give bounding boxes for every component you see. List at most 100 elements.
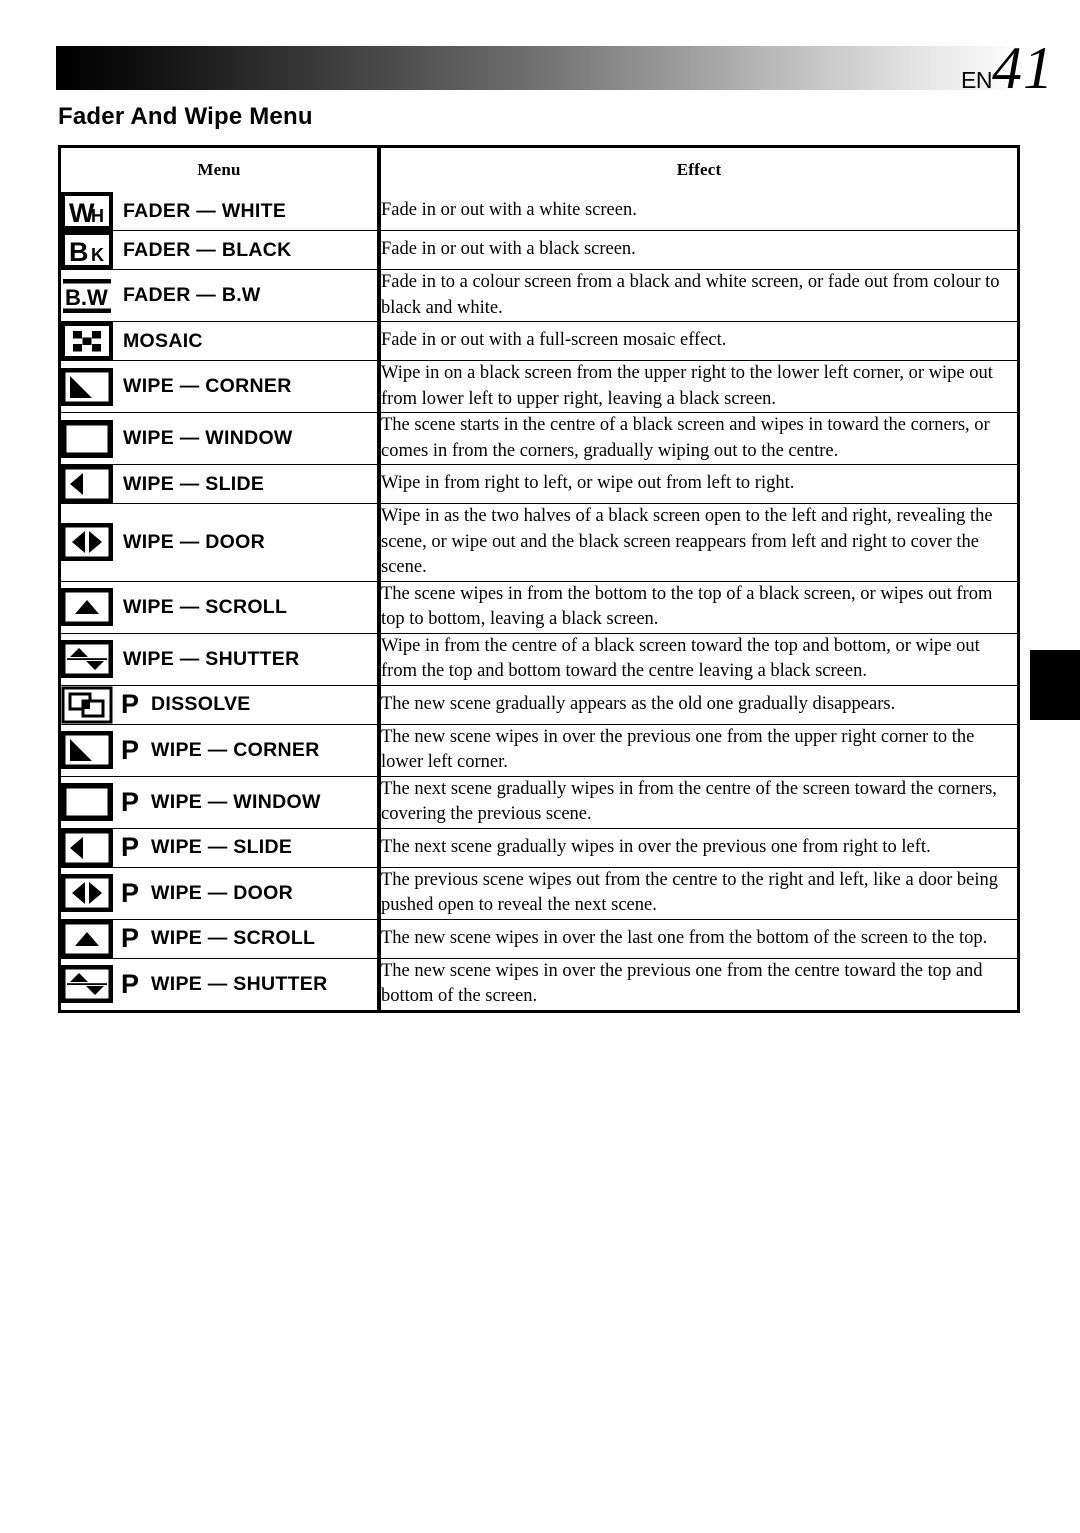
table-row: MOSAIC Fade in or out with a full-screen … — [61, 321, 1017, 362]
menu-item-label: DISSOLVE — [151, 693, 251, 716]
table-row: WIPE — DOOR Wipe in as the two halves of … — [61, 503, 1017, 582]
table-row: WIPE — SLIDE Wipe in from right to left, … — [61, 464, 1017, 505]
wipe-door-p-icon — [61, 874, 113, 913]
effect-description: Fade in or out with a full-screen mosaic… — [379, 321, 1017, 362]
menu-cell: WIPE — WINDOW — [61, 412, 381, 466]
effect-description: Wipe in from the centre of a black scree… — [379, 633, 1017, 686]
effect-description: The new scene wipes in over the previous… — [381, 960, 983, 1007]
page-number-block: EN 41 — [961, 38, 1054, 98]
svg-text:B: B — [69, 237, 89, 267]
table-row: WIPE — CORNER Wipe in on a black screen f… — [61, 360, 1017, 414]
svg-text:K: K — [91, 245, 104, 265]
fader-white-icon: WH — [61, 192, 113, 230]
menu-cell: WIPE — SLIDE — [61, 464, 381, 505]
table-row: P WIPE — WINDOW The next scene gradually w… — [61, 776, 1017, 829]
page-header: EN 41 — [56, 38, 1054, 98]
program-p-marker: P — [121, 923, 140, 954]
menu-cell: WIPE — CORNER — [61, 360, 381, 414]
menu-item-label: FADER — B.W — [123, 284, 261, 307]
menu-cell: P DISSOLVE — [61, 685, 381, 725]
fader-black-icon: BK — [61, 231, 113, 269]
program-p-marker: P — [121, 832, 140, 863]
page-edge-tab-marker — [1030, 650, 1080, 720]
page-title: Fader And Wipe Menu — [58, 103, 313, 130]
menu-cell: WIPE — DOOR — [61, 503, 381, 582]
menu-item-label: WIPE — SHUTTER — [123, 647, 300, 670]
menu-item-label: MOSAIC — [123, 329, 203, 352]
table-header-row: Menu Effect — [61, 148, 1017, 192]
dissolve-icon — [61, 686, 113, 724]
table-row: P WIPE — SLIDE The next scene gradually wi… — [61, 828, 1017, 868]
wipe-window-p-icon — [61, 783, 113, 822]
table-row: WIPE — SHUTTER Wipe in from the centre of… — [61, 633, 1017, 686]
program-p-marker: P — [121, 786, 140, 817]
column-header-effect: Effect — [676, 160, 722, 179]
menu-cell: B.W FADER — B.W — [61, 269, 381, 323]
menu-item-label: WIPE — DOOR — [151, 881, 293, 904]
wipe-slide-icon — [61, 465, 113, 504]
mosaic-icon — [61, 322, 113, 361]
menu-item-label: FADER — BLACK — [123, 238, 292, 261]
wipe-corner-p-icon — [61, 731, 113, 770]
menu-item-label: WIPE — DOOR — [123, 530, 265, 553]
table-row: W H FADER — WHITE Fade in or out with a whi… — [61, 192, 1017, 231]
menu-item-label: WIPE — SLIDE — [123, 472, 265, 495]
menu-cell: P WIPE — CORNER — [61, 724, 381, 777]
wipe-shutter-p-icon — [61, 965, 113, 1004]
document-page: EN 41 Fader And Wipe Menu Menu Effect WH… — [0, 0, 1080, 1533]
effect-description: The scene wipes in from the bottom to th… — [379, 581, 1017, 634]
effect-description: Fade in or out with a white screen. — [379, 192, 1017, 231]
menu-item-label: WIPE — SCROLL — [123, 595, 288, 618]
menu-cell: P WIPE — SLIDE — [61, 828, 381, 868]
menu-item-label: WIPE — SHUTTER — [151, 972, 328, 995]
menu-cell: P WIPE — DOOR — [61, 867, 381, 920]
effect-description: Wipe in on a black screen from the upper… — [379, 360, 1017, 414]
table-row: P WIPE — CORNER The new scene wipes in ove… — [61, 724, 1017, 777]
menu-item-label: WIPE — CORNER — [123, 375, 292, 398]
menu-item-label: WIPE — WINDOW — [123, 427, 293, 450]
menu-item-label: WIPE — CORNER — [151, 738, 320, 761]
page-language-code: EN — [961, 67, 992, 93]
menu-item-label: FADER — WHITE — [123, 199, 287, 222]
effect-description: The next scene gradually wipes in from t… — [379, 776, 1017, 829]
effect-description: The previous scene wipes out from the ce… — [379, 867, 1017, 920]
menu-item-label: WIPE — WINDOW — [151, 790, 321, 813]
program-p-marker: P — [121, 734, 140, 765]
table-body: W H FADER — WHITE Fade in or out with a whi… — [61, 192, 1017, 1010]
menu-cell: WIPE — SHUTTER — [61, 633, 381, 686]
effect-description: Wipe in from right to left, or wipe out … — [379, 464, 1017, 505]
wipe-corner-icon — [61, 367, 113, 406]
table-row: B K FADER — BLACK Fade in or out with a bla… — [61, 230, 1017, 270]
effect-description: The next scene gradually wipes in over t… — [379, 828, 1017, 868]
effect-description: The new scene gradually appears as the o… — [379, 685, 1017, 725]
table-row: P DISSOLVE The new scene gradually appears… — [61, 685, 1017, 725]
program-p-marker: P — [121, 877, 140, 908]
wipe-scroll-icon — [61, 588, 113, 627]
wipe-scroll-p-icon — [61, 919, 113, 958]
column-header-menu: Menu — [61, 148, 381, 192]
fader-wipe-menu-table: Menu Effect W H FADER — WHITE Fade in or ou… — [58, 145, 1020, 1013]
program-p-marker: P — [121, 968, 140, 999]
menu-item-label: WIPE — SCROLL — [151, 927, 316, 950]
effect-description: Fade in or out with a black screen. — [379, 230, 1017, 270]
menu-cell: WIPE — SCROLL — [61, 581, 381, 634]
menu-cell: P WIPE — SHUTTER — [61, 958, 381, 1010]
menu-cell: W H FADER — WHITE — [61, 192, 381, 231]
wipe-door-icon — [61, 523, 113, 562]
effect-description: Wipe in as the two halves of a black scr… — [379, 503, 1017, 582]
menu-cell: B K FADER — BLACK — [61, 230, 381, 270]
wipe-shutter-icon — [61, 640, 113, 679]
menu-cell: P WIPE — SCROLL — [61, 919, 381, 959]
table-row: P WIPE — SHUTTER The new scene wipes in ov… — [61, 958, 1017, 1010]
table-row: WIPE — WINDOW The scene starts in the cen… — [61, 412, 1017, 466]
effect-description: The new scene wipes in over the previous… — [379, 724, 1017, 777]
svg-text:B.W: B.W — [65, 285, 108, 310]
svg-text:H: H — [91, 206, 104, 226]
page-number: 41 — [992, 35, 1054, 101]
effect-description: The scene starts in the centre of a blac… — [379, 412, 1017, 466]
program-p-marker: P — [121, 689, 140, 720]
effect-description: The new scene wipes in over the last one… — [379, 919, 1017, 959]
menu-cell: MOSAIC — [61, 321, 381, 362]
fader-bw-icon: B.W — [61, 277, 113, 315]
wipe-slide-p-icon — [61, 828, 113, 867]
